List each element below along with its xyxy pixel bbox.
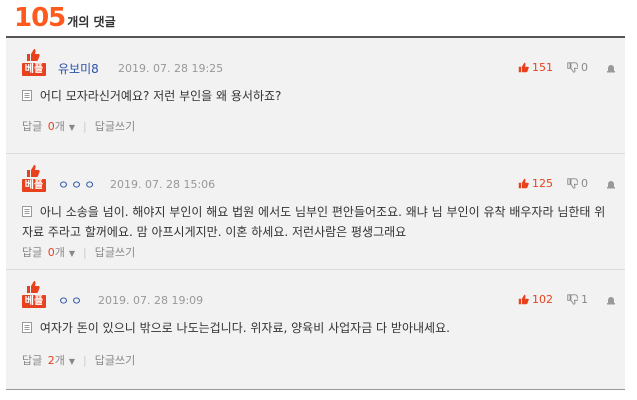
thumb-up-icon [518, 178, 529, 189]
report-button[interactable] [606, 179, 619, 189]
document-icon [22, 206, 32, 217]
thumb-down-icon [567, 178, 578, 189]
downvote-count: 0 [581, 177, 588, 190]
best-label: 베플 [22, 63, 46, 76]
chevron-down-icon: ▼ [68, 123, 76, 132]
report-icon [607, 180, 615, 188]
comment-text: 어디 모자라신거예요? 저런 부인을 왜 용서하죠? [39, 89, 282, 103]
vote-bar: 125 0 [518, 177, 619, 190]
downvote-button[interactable]: 0 [567, 177, 588, 190]
upvote-button[interactable]: 125 [518, 177, 553, 190]
thumb-down-icon [567, 62, 578, 73]
report-button[interactable] [606, 63, 619, 73]
author-nickname[interactable]: 유보미8 [58, 60, 99, 77]
comment-date: 2019. 07. 28 19:09 [98, 294, 204, 307]
thumb-up-icon [518, 294, 529, 305]
reply-toggle[interactable]: 답글 2개 ▼ [22, 352, 75, 368]
comment-item: 베플 유보미8 2019. 07. 28 19:25 151 0 어디 모자라신… [6, 38, 625, 154]
reply-toggle[interactable]: 답글 0개 ▼ [22, 244, 75, 260]
comment-actions: 답글 0개 ▼ | 답글쓰기 [22, 244, 135, 260]
report-button[interactable] [606, 295, 619, 305]
best-badge: 베플 [22, 48, 46, 76]
upvote-count: 125 [532, 177, 553, 190]
best-label: 베플 [22, 179, 46, 192]
comments-header: 105 개의 댓글 [14, 3, 116, 33]
write-reply-link[interactable]: 답글쓰기 [95, 244, 135, 260]
comment-date: 2019. 07. 28 19:25 [118, 62, 224, 75]
comment-text-block: 아니 소송을 넘이. 해야지 부인이 해요 법원 에서도 님부인 편안들어조요.… [22, 202, 612, 242]
comment-text: 여자가 돈이 있으니 밖으로 나도는겁니다. 위자료, 양육비 사업자금 다 받… [39, 321, 450, 335]
comment-actions: 답글 0개 ▼ | 답글쓰기 [22, 118, 135, 134]
chevron-down-icon: ▼ [68, 357, 76, 366]
comment-text-block: 여자가 돈이 있으니 밖으로 나도는겁니다. 위자료, 양육비 사업자금 다 받… [22, 318, 612, 338]
best-badge: 베플 [22, 280, 46, 308]
comment-count-suffix: 개의 댓글 [67, 15, 116, 29]
reply-count: 2 [47, 354, 55, 367]
downvote-count: 0 [581, 61, 588, 74]
author-nickname[interactable]: ㅇㅇ [58, 292, 84, 309]
upvote-button[interactable]: 102 [518, 293, 553, 306]
chevron-down-icon: ▼ [68, 249, 76, 258]
document-icon [22, 322, 32, 333]
comment-text-block: 어디 모자라신거예요? 저런 부인을 왜 용서하죠? [22, 86, 612, 106]
downvote-count: 1 [581, 293, 588, 306]
comment-item: 베플 ㅇㅇㅇ 2019. 07. 28 15:06 125 0 아니 소송을 넘… [6, 154, 625, 270]
best-label: 베플 [22, 295, 46, 308]
comment-date: 2019. 07. 28 15:06 [110, 178, 216, 191]
upvote-button[interactable]: 151 [518, 61, 553, 74]
best-thumb-icon [27, 165, 40, 177]
reply-count: 0 [47, 120, 55, 133]
divider: | [83, 119, 87, 133]
downvote-button[interactable]: 0 [567, 61, 588, 74]
comment-text: 아니 소송을 넘이. 해야지 부인이 해요 법원 에서도 님부인 편안들어조요.… [22, 205, 606, 239]
reply-count: 0 [47, 246, 55, 259]
upvote-count: 151 [532, 61, 553, 74]
report-icon [607, 64, 615, 72]
divider: | [83, 245, 87, 259]
report-icon [607, 296, 615, 304]
best-thumb-icon [27, 49, 40, 61]
comment-actions: 답글 2개 ▼ | 답글쓰기 [22, 352, 135, 368]
thumb-up-icon [518, 62, 529, 73]
author-nickname[interactable]: ㅇㅇㅇ [58, 176, 97, 193]
write-reply-link[interactable]: 답글쓰기 [95, 352, 135, 368]
comment-list: 베플 유보미8 2019. 07. 28 19:25 151 0 어디 모자라신… [6, 36, 625, 390]
best-badge: 베플 [22, 164, 46, 192]
comment-item: 베플 ㅇㅇ 2019. 07. 28 19:09 102 1 여자가 돈이 있으… [6, 270, 625, 390]
thumb-down-icon [567, 294, 578, 305]
document-icon [22, 90, 32, 101]
best-thumb-icon [27, 281, 40, 293]
vote-bar: 151 0 [518, 61, 619, 74]
write-reply-link[interactable]: 답글쓰기 [95, 118, 135, 134]
vote-bar: 102 1 [518, 293, 619, 306]
upvote-count: 102 [532, 293, 553, 306]
reply-toggle[interactable]: 답글 0개 ▼ [22, 118, 75, 134]
downvote-button[interactable]: 1 [567, 293, 588, 306]
comment-count: 105 [14, 3, 66, 33]
divider: | [83, 353, 87, 367]
